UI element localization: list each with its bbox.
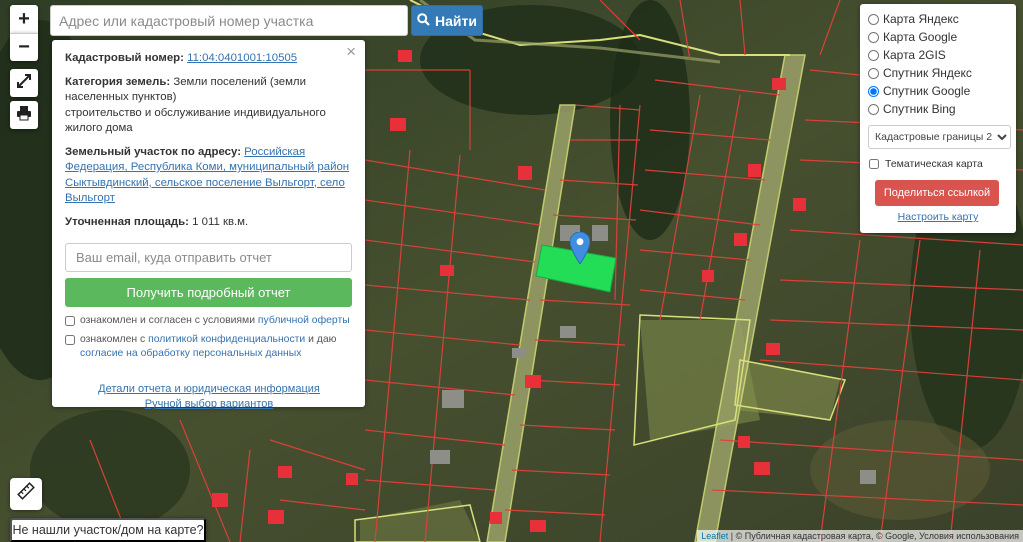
cadastral-number-label: Кадастровый номер: <box>65 52 184 64</box>
print-button[interactable] <box>10 101 38 129</box>
map-marker-icon[interactable] <box>570 232 590 264</box>
address-label: Земельный участок по адресу: <box>65 145 241 158</box>
land-category-row: Категория земель: Земли поселений (земли… <box>65 75 353 137</box>
close-icon[interactable]: × <box>346 43 356 59</box>
privacy-agreement-row[interactable]: ознакомлен с политикой конфиденциальност… <box>65 333 353 361</box>
manual-selection-link[interactable]: Ручной выбор вариантов <box>145 398 273 410</box>
privacy-agreement-text: ознакомлен с политикой конфиденциальност… <box>80 334 337 359</box>
address-row: Земельный участок по адресу: Российская … <box>65 145 353 207</box>
cadastral-boundaries-select[interactable]: Кадастровые границы 2024 <box>868 125 1011 149</box>
layer-option[interactable]: Карта 2GIS <box>868 46 1008 64</box>
public-offer-link[interactable]: публичной оферты <box>258 315 350 326</box>
share-link-button[interactable]: Поделиться ссылкой <box>875 180 999 206</box>
layer-option-label: Карта Google <box>883 30 958 44</box>
layer-option-label: Спутник Яндекс <box>883 66 972 80</box>
get-report-button[interactable]: Получить подробный отчет <box>65 278 352 307</box>
layer-option[interactable]: Спутник Яндекс <box>868 64 1008 82</box>
ruler-icon <box>17 482 35 506</box>
thematic-map-row[interactable]: Тематическая карта <box>868 158 1008 170</box>
offer-agreement-checkbox[interactable] <box>65 316 75 326</box>
layer-option[interactable]: Карта Google <box>868 28 1008 46</box>
area-label: Уточненная площадь: <box>65 215 189 228</box>
not-found-button[interactable]: Не нашли участок/дом на карте? <box>10 518 206 542</box>
privacy-policy-link[interactable]: политикой конфиденциальности <box>148 334 305 345</box>
layer-option-label: Карта Яндекс <box>883 12 959 26</box>
land-category-label: Категория земель: <box>65 75 171 88</box>
cadastral-number-row: Кадастровый номер: 11:04:0401001:10505 <box>65 51 353 67</box>
layer-radio[interactable] <box>868 31 879 43</box>
layer-switcher-panel: Карта Яндекс Карта Google Карта 2GIS Спутни… <box>860 4 1016 233</box>
layer-option[interactable]: Спутник Bing <box>868 100 1008 118</box>
configure-map-link[interactable]: Настроить карту <box>868 211 1008 223</box>
area-value: 1 011 кв.м. <box>192 215 249 228</box>
offer-agreement-text: ознакомлен и согласен с условиями публич… <box>80 315 350 326</box>
layer-option-label: Карта 2GIS <box>883 48 946 62</box>
expand-icon <box>16 72 32 95</box>
layer-radio[interactable] <box>868 67 879 79</box>
layer-radio[interactable] <box>868 49 879 61</box>
panel-footer: Детали отчета и юридическая информация Р… <box>65 382 353 411</box>
layer-option[interactable]: Карта Яндекс <box>868 10 1008 28</box>
layer-radio[interactable] <box>868 103 879 115</box>
layer-radio[interactable] <box>868 13 879 25</box>
search-input[interactable] <box>50 5 408 36</box>
zoom-in-button[interactable]: + <box>10 5 38 33</box>
layer-radio[interactable] <box>868 85 879 97</box>
search-icon <box>417 12 430 29</box>
search-button[interactable]: Найти <box>411 5 483 36</box>
zoom-out-button[interactable]: − <box>10 33 38 61</box>
thematic-map-checkbox[interactable] <box>869 159 879 169</box>
layer-option-label: Спутник Bing <box>883 102 956 116</box>
print-icon <box>16 104 32 127</box>
report-details-link[interactable]: Детали отчета и юридическая информация <box>98 383 320 395</box>
thematic-map-label: Тематическая карта <box>885 158 983 170</box>
personal-data-consent-link[interactable]: согласие на обработку персональных данны… <box>80 348 301 359</box>
parcel-info-panel: × Кадастровый номер: 11:04:0401001:10505… <box>52 40 365 410</box>
base-layer-list: Карта Яндекс Карта Google Карта 2GIS Спутни… <box>868 10 1008 118</box>
layer-option[interactable]: Спутник Google <box>868 82 1008 100</box>
layer-option-label: Спутник Google <box>883 84 971 98</box>
land-usage-value: строительство и обслуживание индивидуаль… <box>65 106 326 135</box>
privacy-agreement-checkbox[interactable] <box>65 335 75 345</box>
offer-agreement-row[interactable]: ознакомлен и согласен с условиями публич… <box>65 314 353 328</box>
measure-button[interactable] <box>10 478 42 510</box>
map-attribution: Leaflet | © Публичная кадастровая карта,… <box>697 530 1023 542</box>
email-field[interactable] <box>65 243 352 272</box>
search-button-label: Найти <box>435 12 477 29</box>
attribution-text: | © Публичная кадастровая карта, © Googl… <box>728 531 1019 541</box>
area-row: Уточненная площадь: 1 011 кв.м. <box>65 215 353 231</box>
leaflet-link[interactable]: Leaflet <box>701 531 728 541</box>
fullscreen-button[interactable] <box>10 69 38 97</box>
cadastral-number-link[interactable]: 11:04:0401001:10505 <box>187 52 297 64</box>
